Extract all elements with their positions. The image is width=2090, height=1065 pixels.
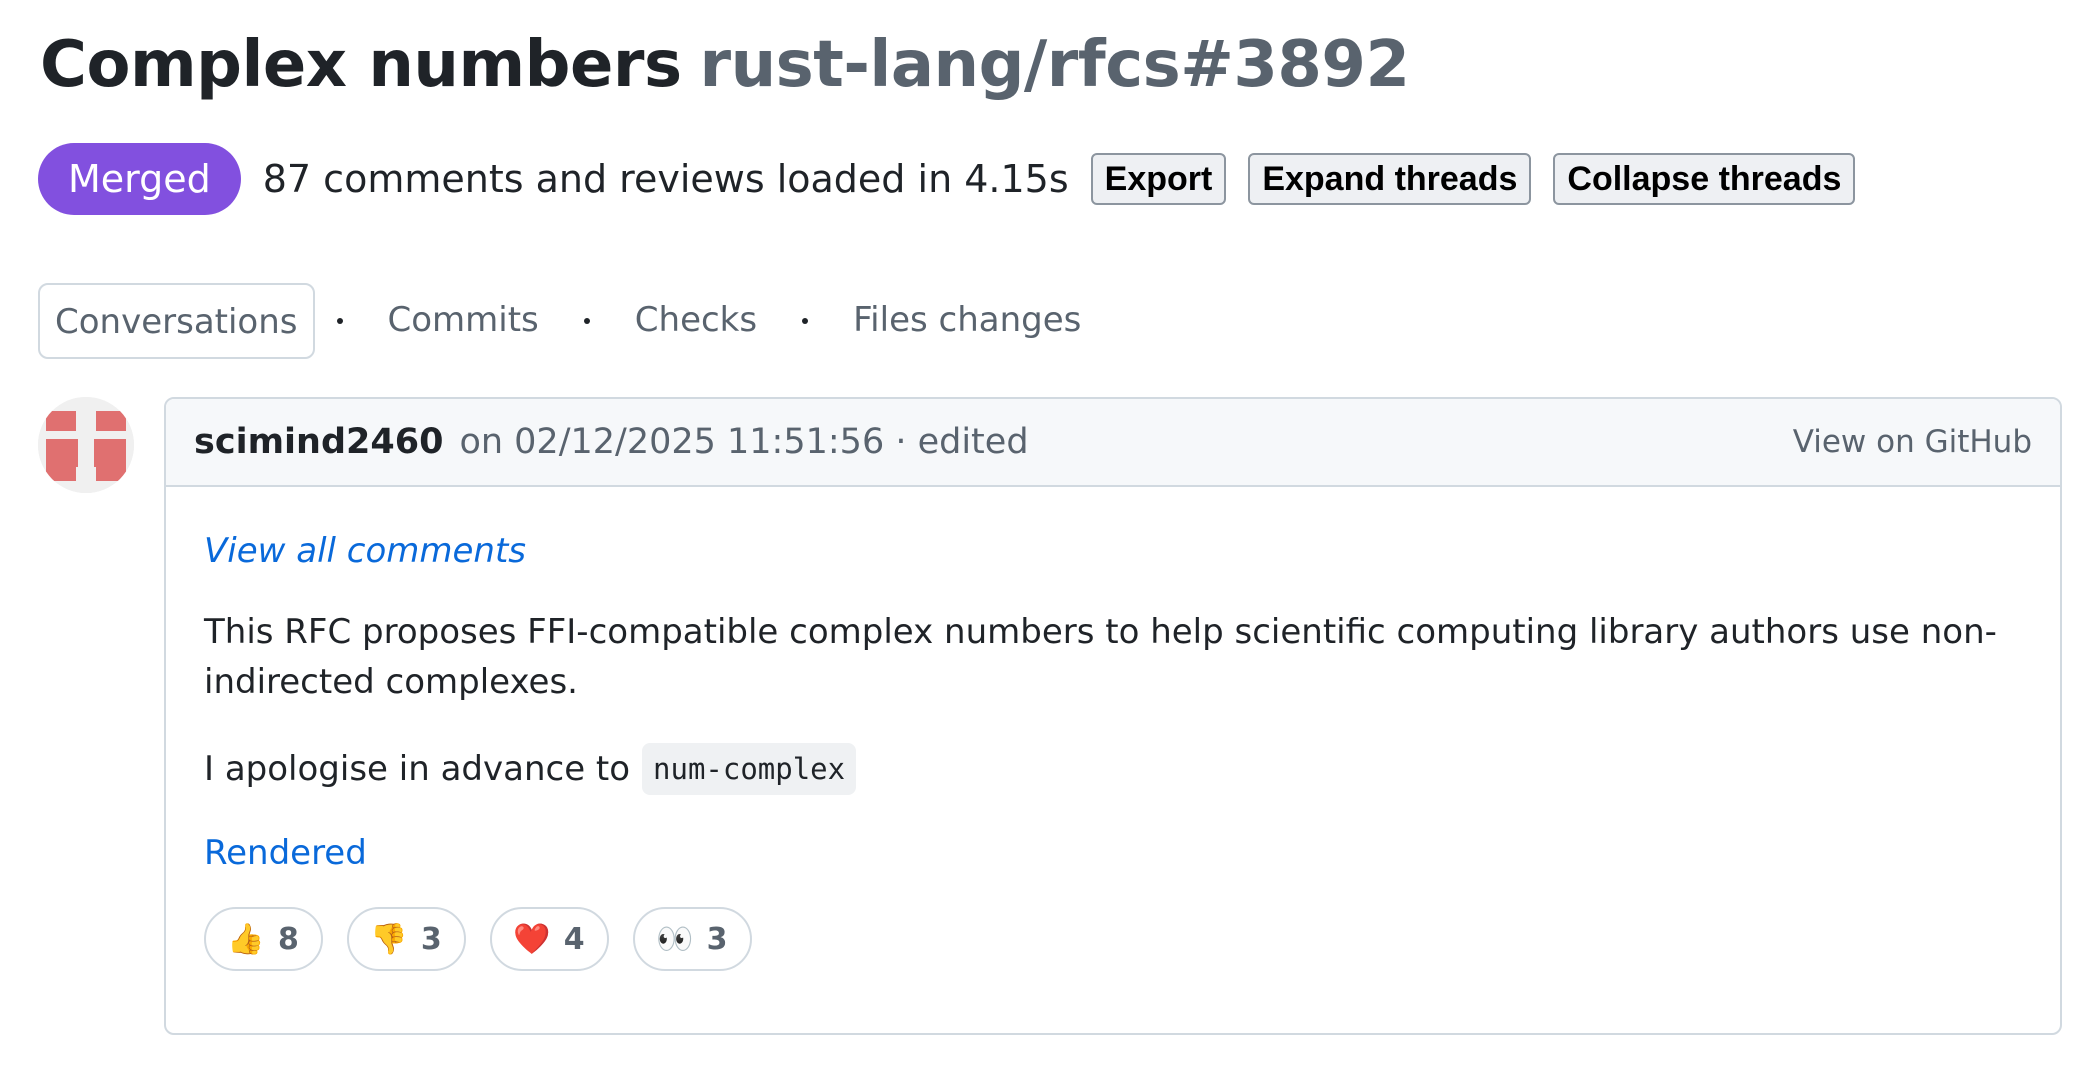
inline-code: num-complex: [642, 743, 857, 795]
reaction-count: 4: [563, 921, 585, 957]
pr-title: Complex numbers: [40, 28, 682, 102]
load-summary-text: 87 comments and reviews loaded in 4.15s: [262, 157, 1069, 201]
reaction-count: 3: [706, 921, 728, 957]
rendered-link[interactable]: Rendered: [204, 833, 367, 873]
reaction-eyes[interactable]: 👀 3: [632, 907, 752, 971]
comment-timestamp: on 02/12/2025 11:51:56 · edited: [459, 422, 1029, 462]
tab-separator-dot: [583, 318, 590, 324]
tab-checks[interactable]: Checks: [620, 283, 772, 359]
comment-paragraph: This RFC proposes FFI-compatible complex…: [204, 612, 1997, 702]
tab-commits[interactable]: Commits: [373, 283, 554, 359]
avatar[interactable]: [38, 397, 134, 493]
apology-text: I apologise in advance to: [204, 749, 631, 789]
reaction-count: 8: [278, 921, 299, 957]
reaction-heart[interactable]: ❤️ 4: [489, 907, 609, 971]
heart-icon: ❤️: [513, 921, 551, 957]
export-button[interactable]: Export: [1090, 153, 1227, 205]
reaction-count: 3: [420, 921, 442, 957]
tab-conversations[interactable]: Conversations: [38, 283, 315, 359]
view-all-comments-link[interactable]: View all comments: [204, 531, 526, 571]
thumbs-down-icon: 👎: [370, 921, 408, 957]
identicon-avatar-icon: [38, 397, 134, 493]
pr-page: Complex numbers rust-lang/rfcs#3892 Merge…: [0, 0, 2090, 1065]
reaction-thumbs-down[interactable]: 👎 3: [346, 907, 466, 971]
reaction-thumbs-up[interactable]: 👍 8: [204, 907, 323, 971]
tab-files-changes[interactable]: Files changes: [838, 283, 1096, 359]
collapse-threads-button[interactable]: Collapse threads: [1553, 153, 1856, 205]
reactions-bar: 👍 8 👎 3 ❤️ 4 👀 3: [204, 907, 2022, 971]
view-on-github-link[interactable]: View on GitHub: [1793, 424, 2032, 460]
eyes-icon: 👀: [655, 921, 694, 957]
tab-bar: Conversations Commits Checks Files chang…: [38, 283, 1096, 359]
thumbs-up-icon: 👍: [227, 921, 265, 957]
tab-separator-dot: [336, 318, 343, 324]
expand-threads-button[interactable]: Expand threads: [1248, 153, 1532, 205]
tab-separator-dot: [802, 318, 809, 324]
status-bar: Merged 87 comments and reviews loaded in…: [38, 143, 1856, 215]
merged-status-badge: Merged: [38, 143, 241, 215]
comment-author[interactable]: scimind2460: [194, 422, 443, 462]
page-title: Complex numbers rust-lang/rfcs#3892: [40, 28, 1410, 102]
comment-card: scimind2460 on 02/12/2025 11:51:56 · edi…: [164, 397, 2062, 1035]
apology-line: I apologise in advance to num-complex: [204, 743, 2022, 795]
comment-body: View all comments This RFC proposes FFI-…: [166, 487, 2060, 971]
comment-header: scimind2460 on 02/12/2025 11:51:56 · edi…: [166, 399, 2060, 487]
pr-reference[interactable]: rust-lang/rfcs#3892: [700, 28, 1410, 102]
